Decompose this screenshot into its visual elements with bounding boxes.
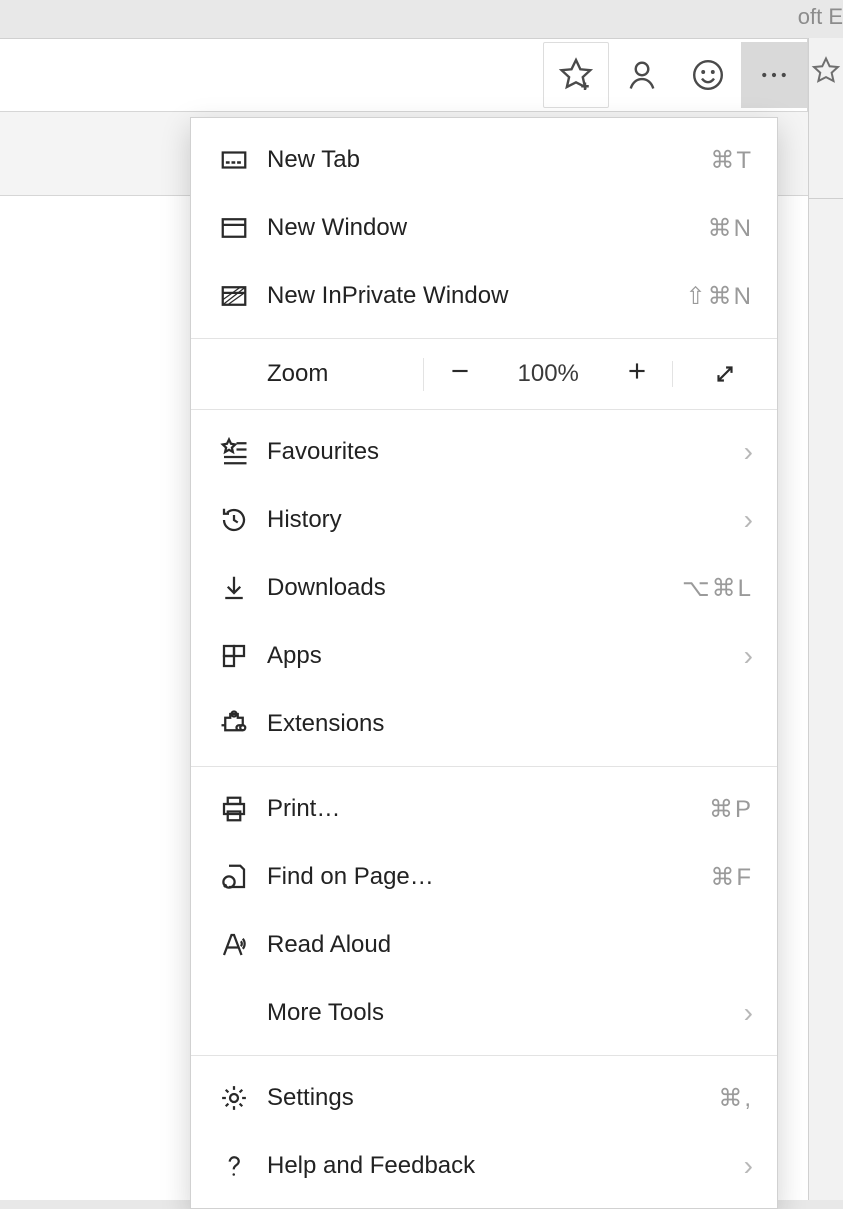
zoom-out-button[interactable] (447, 358, 473, 391)
menu-item-new-tab[interactable]: New Tab ⌘T (191, 126, 777, 194)
download-icon (219, 573, 249, 603)
menu-item-apps[interactable]: Apps › (191, 622, 777, 690)
menu-item-settings[interactable]: Settings ⌘, (191, 1064, 777, 1132)
menu-item-shortcut: ⌘T (710, 146, 753, 175)
chevron-right-icon: › (744, 504, 753, 536)
profile-icon (624, 57, 660, 93)
menu-item-print[interactable]: Print… ⌘P (191, 775, 777, 843)
menu-item-find-on-page[interactable]: Find on Page… ⌘F (191, 843, 777, 911)
chevron-right-icon: › (744, 1150, 753, 1182)
menu-item-favourites[interactable]: Favourites › (191, 418, 777, 486)
apps-icon (219, 641, 249, 671)
add-favourite-button[interactable] (543, 42, 609, 108)
more-icon (756, 57, 792, 93)
star-add-icon (558, 57, 594, 93)
profile-button[interactable] (609, 42, 675, 108)
toolbar-actions (543, 42, 807, 108)
menu-item-new-inprivate[interactable]: New InPrivate Window ⇧⌘N (191, 262, 777, 330)
chevron-right-icon: › (744, 997, 753, 1029)
menu-item-label: Downloads (257, 574, 682, 602)
menu-item-label: Apps (257, 642, 744, 670)
address-field[interactable] (0, 38, 543, 112)
smile-icon (690, 57, 726, 93)
menu-item-shortcut: ⌘F (710, 863, 753, 892)
menu-item-label: Help and Feedback (257, 1152, 744, 1180)
menu-item-read-aloud[interactable]: Read Aloud (191, 911, 777, 979)
new-tab-icon (219, 145, 249, 175)
menu-item-extensions[interactable]: Extensions (191, 690, 777, 758)
menu-item-new-window[interactable]: New Window ⌘N (191, 194, 777, 262)
menu-item-shortcut: ⌘P (709, 795, 753, 824)
inprivate-icon (219, 281, 249, 311)
chevron-right-icon: › (744, 640, 753, 672)
menu-item-history[interactable]: History › (191, 486, 777, 554)
background-window-strip (808, 38, 843, 1200)
fullscreen-button[interactable] (672, 361, 777, 387)
read-aloud-icon (219, 930, 249, 960)
fullscreen-icon (712, 361, 738, 387)
menu-item-label: More Tools (257, 999, 744, 1027)
zoom-in-button[interactable] (624, 358, 650, 391)
gear-icon (219, 1083, 249, 1113)
menu-item-label: Favourites (257, 438, 744, 466)
chevron-right-icon: › (744, 436, 753, 468)
menu-item-label: New Tab (257, 146, 710, 174)
feedback-button[interactable] (675, 42, 741, 108)
menu-item-shortcut: ⌘N (708, 214, 753, 243)
window-title-fragment: oft E (798, 0, 843, 34)
menu-item-label: Find on Page… (257, 863, 710, 891)
history-icon (219, 505, 249, 535)
menu-item-downloads[interactable]: Downloads ⌥⌘L (191, 554, 777, 622)
toolbar (0, 38, 808, 112)
find-icon (219, 862, 249, 892)
zoom-label: Zoom (191, 360, 423, 388)
window-icon (219, 213, 249, 243)
print-icon (219, 794, 249, 824)
menu-zoom-row: Zoom 100% (191, 338, 777, 410)
menu-item-label: New InPrivate Window (257, 282, 686, 310)
menu-item-label: Extensions (257, 710, 753, 738)
menu-item-label: History (257, 506, 744, 534)
more-menu-button[interactable] (741, 42, 807, 108)
menu-item-label: New Window (257, 214, 708, 242)
help-icon (219, 1151, 249, 1181)
favourites-icon (219, 437, 249, 467)
background-favourite-icon (811, 56, 841, 91)
menu-item-label: Print… (257, 795, 709, 823)
menu-item-shortcut: ⌘, (718, 1084, 753, 1113)
settings-and-more-menu: New Tab ⌘T New Window ⌘N New InPrivate W… (190, 117, 778, 1209)
menu-item-label: Settings (257, 1084, 718, 1112)
extensions-icon (219, 709, 249, 739)
zoom-value: 100% (518, 360, 579, 388)
menu-item-shortcut: ⌥⌘L (682, 574, 753, 603)
zoom-controls: 100% (423, 358, 672, 391)
menu-item-label: Read Aloud (257, 931, 753, 959)
menu-item-more-tools[interactable]: More Tools › (191, 979, 777, 1047)
menu-item-help[interactable]: Help and Feedback › (191, 1132, 777, 1200)
menu-item-shortcut: ⇧⌘N (686, 282, 753, 311)
